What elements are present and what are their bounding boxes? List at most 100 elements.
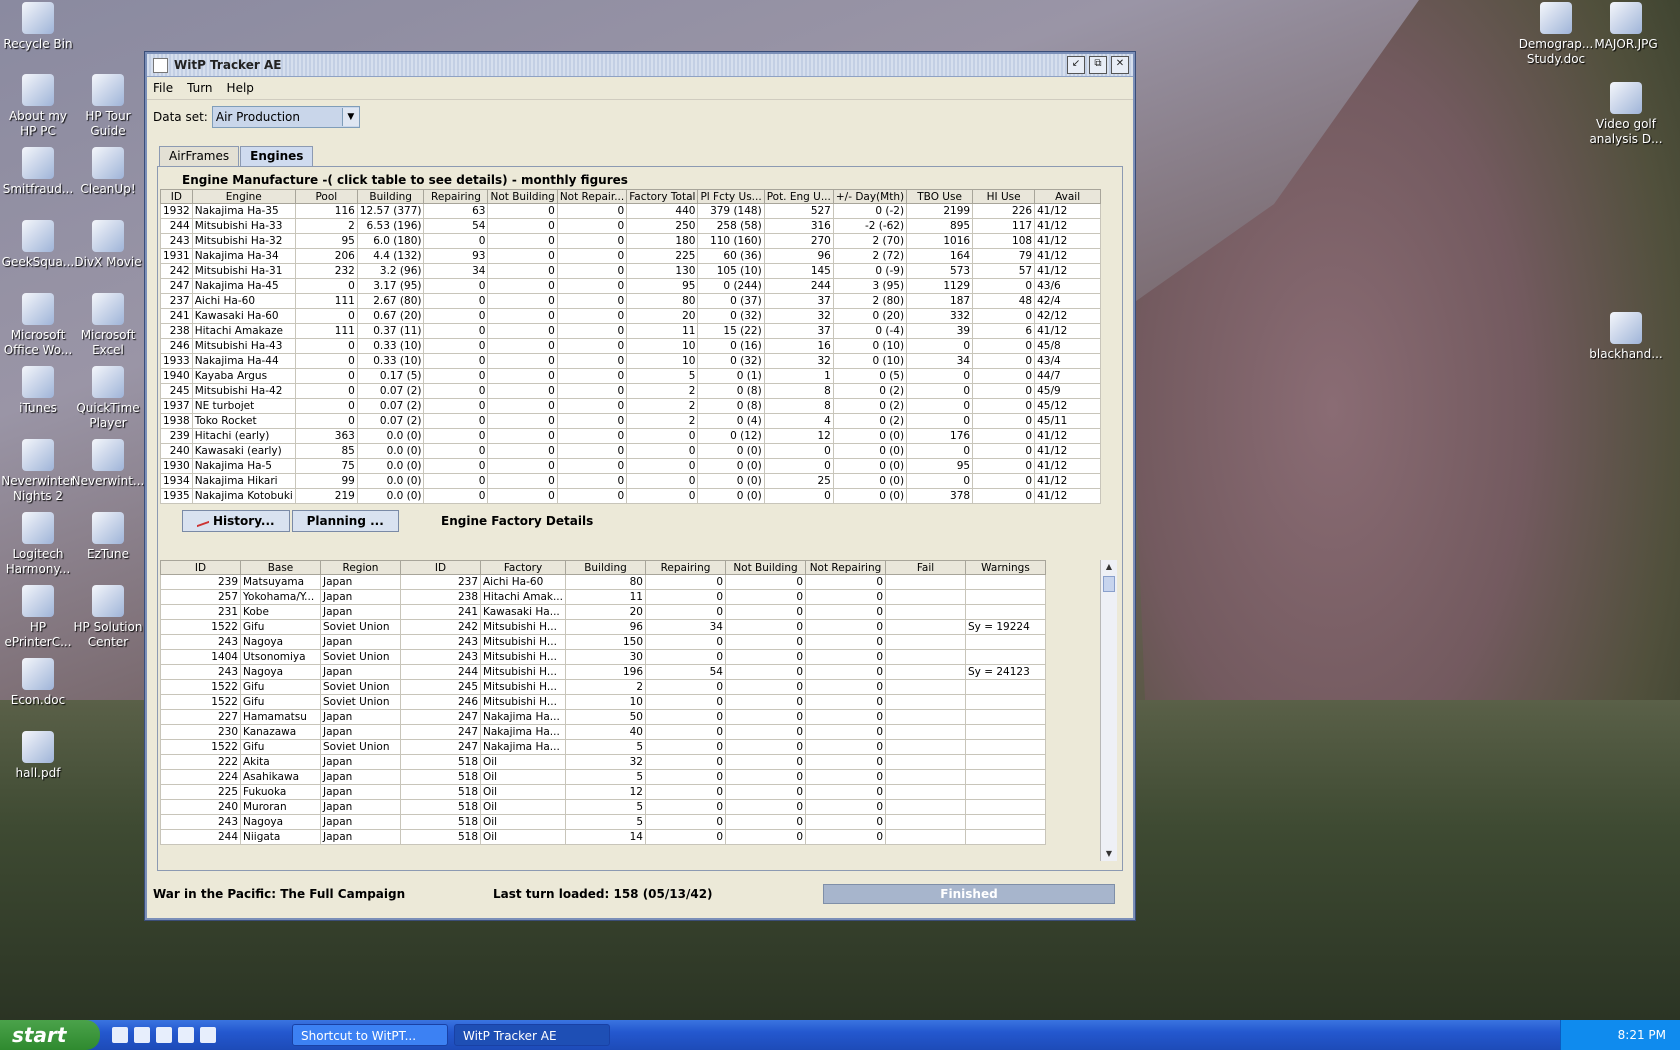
engine-header-5[interactable]: Not Building (487, 189, 558, 204)
desktop-icon-3[interactable]: Smitfraud... (0, 147, 76, 197)
table-row[interactable]: 240 Kawasaki (early) 85 0.0 (0) 0 0 0 0 0 (0) 0 0 … (160, 443, 1102, 459)
table-row[interactable]: 1930 Nakajima Ha-5 75 0.0 (0) 0 0 0 0 0 (0) 0 0 (0… (160, 458, 1102, 474)
tab-airframes[interactable]: AirFrames (159, 146, 240, 167)
table-row[interactable]: 224 Asahikawa Japan 518 Oil 5 0 0 0 (160, 769, 1046, 785)
factory-header-4[interactable]: Factory (480, 560, 566, 575)
engine-header-12[interactable]: HI Use (972, 189, 1036, 204)
desktop-icon-4[interactable]: CleanUp! (70, 147, 146, 197)
factory-header-6[interactable]: Repairing (645, 560, 726, 575)
taskbar-item-shortcut[interactable]: Shortcut to WitPT... (292, 1024, 448, 1046)
factory-header-2[interactable]: Region (320, 560, 401, 575)
engine-header-4[interactable]: Repairing (423, 189, 489, 204)
table-row[interactable]: 1933 Nakajima Ha-44 0 0.33 (10) 0 0 0 10 0 (32) 3… (160, 353, 1102, 369)
table-row[interactable]: 243 Nagoya Japan 243 Mitsubishi H... 150 0 0 0 (160, 634, 1046, 650)
engine-header-11[interactable]: TBO Use (906, 189, 974, 204)
engine-header-7[interactable]: Factory Total (626, 189, 699, 204)
table-row[interactable]: 237 Aichi Ha-60 111 2.67 (80) 0 0 0 80 0 (37) 37 2… (160, 293, 1102, 309)
desktop-icon-right-0[interactable]: Demograp... Study.doc (1518, 2, 1594, 67)
factory-header-3[interactable]: ID (400, 560, 481, 575)
desktop-icon-17[interactable]: Econ.doc (0, 658, 76, 708)
desktop-icon-0[interactable]: Recycle Bin (0, 2, 76, 52)
minimize-icon[interactable]: ↙ (1067, 56, 1085, 74)
clock[interactable]: 8:21 PM (1618, 1028, 1666, 1042)
menu-turn[interactable]: Turn (187, 81, 212, 95)
desktop-icon-8[interactable]: Microsoft Excel (70, 293, 146, 358)
firefox-icon[interactable] (134, 1027, 150, 1043)
table-row[interactable]: 246 Mitsubishi Ha-43 0 0.33 (10) 0 0 0 10 0 (16)… (160, 338, 1102, 354)
desktop-icon-16[interactable]: HP Solution Center (70, 585, 146, 650)
table-row[interactable]: 225 Fukuoka Japan 518 Oil 12 0 0 0 (160, 784, 1046, 800)
scroll-down-icon[interactable]: ▼ (1101, 847, 1117, 861)
maximize-icon[interactable]: ⧉ (1089, 56, 1107, 74)
table-row[interactable]: 1931 Nakajima Ha-34 206 4.4 (132) 93 0 0 225 60 … (160, 248, 1102, 264)
table-row[interactable]: 1937 NE turbojet 0 0.07 (2) 0 0 0 2 0 (8) 8 0 (2) 0… (160, 398, 1102, 414)
desktop-icon-12[interactable]: Neverwint... (70, 439, 146, 489)
table-row[interactable]: 244 Mitsubishi Ha-33 2 6.53 (196) 54 0 0 250 258… (160, 218, 1102, 234)
factory-header-0[interactable]: ID (160, 560, 241, 575)
desktop-icon-18[interactable]: hall.pdf (0, 731, 76, 781)
table-row[interactable]: 230 Kanazawa Japan 247 Nakajima Ha... 40 0 0 0 (160, 724, 1046, 740)
chevron-down-icon[interactable]: ▼ (341, 108, 359, 126)
factory-header-9[interactable]: Fail (885, 560, 966, 575)
table-row[interactable]: 1522 Gifu Soviet Union 245 Mitsubishi H... 2 0… (160, 679, 1046, 695)
table-row[interactable]: 1940 Kayaba Argus 0 0.17 (5) 0 0 0 5 0 (1) 1 0 (5)… (160, 368, 1102, 384)
table-row[interactable]: 231 Kobe Japan 241 Kawasaki Ha... 20 0 0 0 (160, 604, 1046, 620)
desktop-icon-13[interactable]: Logitech Harmony... (0, 512, 76, 577)
table-row[interactable]: 1404 Utsonomiya Soviet Union 243 Mitsubishi … (160, 649, 1046, 665)
table-row[interactable]: 1522 Gifu Soviet Union 242 Mitsubishi H... 96… (160, 619, 1046, 635)
table-row[interactable]: 242 Mitsubishi Ha-31 232 3.2 (96) 34 0 0 130 105… (160, 263, 1102, 279)
table-row[interactable]: 241 Kawasaki Ha-60 0 0.67 (20) 0 0 0 20 0 (32) 32… (160, 308, 1102, 324)
planning-button[interactable]: Planning ... (291, 510, 399, 532)
desktop-icon-10[interactable]: QuickTime Player (70, 366, 146, 431)
factory-header-1[interactable]: Base (240, 560, 321, 575)
table-row[interactable]: 257 Yokohama/Y... Japan 238 Hitachi Amak... 1… (160, 589, 1046, 605)
table-row[interactable]: 243 Mitsubishi Ha-32 95 6.0 (180) 0 0 0 180 110 … (160, 233, 1102, 249)
engine-header-10[interactable]: +/- Day(Mth) (832, 189, 908, 204)
table-row[interactable]: 243 Nagoya Japan 518 Oil 5 0 0 0 (160, 814, 1046, 830)
dataset-combo[interactable]: Air Production ▼ (211, 106, 360, 128)
excel-icon[interactable] (178, 1027, 194, 1043)
table-row[interactable]: 1522 Gifu Soviet Union 247 Nakajima Ha... 5 0 0… (160, 739, 1046, 755)
table-row[interactable]: 1932 Nakajima Ha-35 116 12.57 (377) 63 0 0 440 3… (160, 203, 1102, 219)
table-row[interactable]: 1938 Toko Rocket 0 0.07 (2) 0 0 0 2 0 (4) 4 0 (2) 0… (160, 413, 1102, 429)
table-row[interactable]: 227 Hamamatsu Japan 247 Nakajima Ha... 50 0 0 0 (160, 709, 1046, 725)
engine-header-2[interactable]: Pool (294, 189, 358, 204)
factory-header-7[interactable]: Not Building (725, 560, 806, 575)
scroll-up-icon[interactable]: ▲ (1101, 560, 1117, 574)
title-bar[interactable]: WitP Tracker AE ↙ ⧉ ✕ (147, 54, 1133, 77)
desktop-icon-6[interactable]: DivX Movie (70, 220, 146, 270)
desktop-icon-7[interactable]: Microsoft Office Wo... (0, 293, 76, 358)
table-row[interactable]: 1935 Nakajima Kotobuki 219 0.0 (0) 0 0 0 0 0 (0)… (160, 488, 1102, 504)
factory-scrollbar[interactable]: ▲ ▼ (1100, 560, 1117, 861)
desktop-icon-right-1[interactable]: MAJOR.JPG (1588, 2, 1664, 52)
table-row[interactable]: 239 Matsuyama Japan 237 Aichi Ha-60 80 0 0 0 (160, 574, 1046, 590)
table-row[interactable]: 245 Mitsubishi Ha-42 0 0.07 (2) 0 0 0 2 0 (8) 8 0 … (160, 383, 1102, 399)
menu-help[interactable]: Help (227, 81, 254, 95)
engine-header-13[interactable]: Avail (1034, 189, 1102, 204)
table-row[interactable]: 1522 Gifu Soviet Union 246 Mitsubishi H... 10… (160, 694, 1046, 710)
table-row[interactable]: 243 Nagoya Japan 244 Mitsubishi H... 196 54 0 0 S… (160, 664, 1046, 680)
table-row[interactable]: 1934 Nakajima Hikari 99 0.0 (0) 0 0 0 0 0 (0) 25 0… (160, 473, 1102, 489)
desktop-icon-right-3[interactable]: blackhand... (1588, 312, 1664, 362)
table-row[interactable]: 240 Muroran Japan 518 Oil 5 0 0 0 (160, 799, 1046, 815)
start-button[interactable]: start (0, 1020, 100, 1050)
desktop-icon-5[interactable]: GeekSqua... (0, 220, 76, 270)
word-icon[interactable] (156, 1027, 172, 1043)
engine-header-3[interactable]: Building (356, 189, 425, 204)
history-button[interactable]: History... (182, 510, 290, 532)
engine-header-1[interactable]: Engine (191, 189, 296, 204)
desktop-icon-right-2[interactable]: Video golf analysis D... (1588, 82, 1664, 147)
engine-header-0[interactable]: ID (160, 189, 193, 204)
taskbar-item-witp[interactable]: WitP Tracker AE (454, 1024, 610, 1046)
factory-header-10[interactable]: Warnings (965, 560, 1046, 575)
table-row[interactable]: 239 Hitachi (early) 363 0.0 (0) 0 0 0 0 0 (12) 12… (160, 428, 1102, 444)
engine-header-6[interactable]: Not Repair... (556, 189, 628, 204)
desktop-icon-15[interactable]: HP ePrinterC... (0, 585, 76, 650)
tab-engines[interactable]: Engines (240, 146, 314, 167)
scroll-thumb[interactable] (1103, 576, 1115, 592)
table-row[interactable]: 244 Niigata Japan 518 Oil 14 0 0 0 (160, 829, 1046, 845)
table-row[interactable]: 247 Nakajima Ha-45 0 3.17 (95) 0 0 0 95 0 (244) 2… (160, 278, 1102, 294)
desktop-icon-1[interactable]: About my HP PC (0, 74, 76, 139)
desktop-icon-14[interactable]: EzTune (70, 512, 146, 562)
engine-table[interactable]: ID Engine Pool Building Repairing Not Buildin… (160, 189, 1102, 504)
